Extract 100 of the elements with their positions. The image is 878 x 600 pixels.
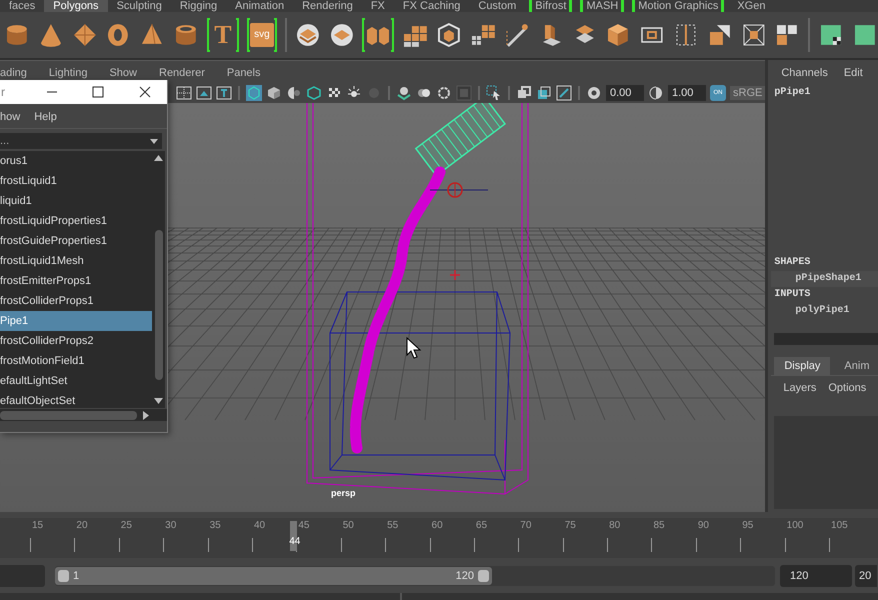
shelf-tab[interactable]: Sculpting: [108, 0, 171, 12]
menu-item[interactable]: Panels: [226, 67, 260, 79]
overlap-icon[interactable]: [516, 85, 532, 101]
layered-sphere-icon[interactable]: [396, 85, 412, 101]
aperture-icon[interactable]: [586, 85, 602, 101]
shelf-tab[interactable]: Custom: [469, 0, 526, 12]
section-heading: SHAPES: [773, 256, 812, 270]
frame-number: 105: [831, 520, 848, 531]
maximize-icon[interactable]: [92, 86, 104, 98]
frame-number: 35: [210, 520, 221, 531]
layers-icon[interactable]: [294, 22, 321, 48]
menu-item[interactable]: Show: [109, 67, 137, 79]
shelf-tab[interactable]: Motion Graphics: [632, 0, 724, 12]
image-plane-icon[interactable]: [196, 85, 212, 101]
pipe-icon[interactable]: [173, 22, 199, 48]
caret-icon: [150, 138, 158, 144]
menu-item[interactable]: Help: [34, 111, 57, 123]
range-handle[interactable]: [478, 570, 490, 582]
scroll-right-icon[interactable]: [143, 410, 149, 420]
shelf-tab[interactable]: Bifrost: [529, 0, 572, 12]
range-slider[interactable]: [55, 567, 492, 585]
exposure-field[interactable]: 0.00: [606, 85, 644, 101]
grid-squares-icon[interactable]: [470, 22, 496, 48]
text-tool-icon[interactable]: T: [210, 20, 236, 50]
text-icon[interactable]: [216, 85, 232, 101]
textured-cube-icon[interactable]: [306, 85, 322, 101]
range-handle[interactable]: [58, 570, 69, 582]
node-name[interactable]: polyPipe1: [771, 303, 878, 319]
range-track[interactable]: 1 120: [55, 566, 775, 586]
grid-icon[interactable]: [176, 85, 192, 101]
outliner-item[interactable]: frostMotionField1: [0, 351, 152, 371]
shelf-tab[interactable]: MASH: [580, 0, 624, 12]
shelf-tab[interactable]: Rigging: [170, 0, 226, 12]
outliner-item[interactable]: frostLiquid1: [0, 171, 152, 191]
outliner-item[interactable]: frostColliderProps2: [0, 331, 152, 351]
shelf-tab[interactable]: Animation: [226, 0, 294, 12]
frame-number: 80: [609, 520, 620, 531]
diamond-icon[interactable]: [72, 22, 98, 48]
outliner-item[interactable]: efaultObjectSet: [0, 391, 152, 411]
menu-item[interactable]: Renderer: [159, 67, 205, 79]
uv-icon[interactable]: [852, 22, 878, 48]
menu-item[interactable]: ading: [0, 67, 27, 79]
shelf-tab[interactable]: FX: [362, 0, 394, 12]
shelf-tab[interactable]: Rendering: [293, 0, 362, 12]
half-circle-icon[interactable]: [286, 85, 302, 101]
max-time-field[interactable]: 20: [855, 565, 877, 587]
menu-item[interactable]: Channels: [781, 67, 828, 83]
manipulator-icon: [430, 182, 488, 198]
select-icon[interactable]: [486, 85, 502, 101]
outliner-item[interactable]: frostEmitterProps1: [0, 271, 152, 291]
menu-item[interactable]: Edit: [844, 67, 863, 83]
scroll-down-icon[interactable]: [154, 398, 163, 404]
outliner-item[interactable]: frostColliderProps1: [0, 291, 152, 311]
outliner-item[interactable]: liquid1: [0, 191, 152, 211]
node-name[interactable]: pPipeShape1: [771, 271, 878, 287]
frame-number: 25: [120, 520, 132, 531]
outliner-item[interactable]: frostLiquid1Mesh: [0, 251, 152, 271]
cube-outline-icon[interactable]: [436, 22, 462, 48]
shaded-cube-icon[interactable]: [266, 85, 282, 101]
outliner-item[interactable]: frostGuideProperties1: [0, 231, 152, 251]
target-box-icon[interactable]: [740, 22, 766, 48]
shelf-tab[interactable]: faces: [0, 0, 44, 12]
shelf-tab[interactable]: XGen: [728, 0, 774, 12]
gamma-icon[interactable]: [648, 85, 664, 101]
filter-dropdown[interactable]: ...: [0, 133, 162, 149]
outliner-item[interactable]: frostLiquidProperties1: [0, 211, 152, 231]
outliner-item[interactable]: Pipe1: [0, 311, 152, 331]
frame-number: 45: [298, 520, 310, 531]
camera-label: persp: [331, 488, 356, 498]
frame-number: 30: [165, 520, 176, 531]
menu-item[interactable]: Lighting: [48, 67, 88, 79]
pen-icon[interactable]: [504, 22, 530, 48]
cylinder-icon[interactable]: [4, 22, 30, 48]
ring-icon[interactable]: [436, 85, 452, 101]
cursor-icon: [406, 336, 422, 359]
pivot-icon: [449, 269, 461, 281]
scroll-up-icon[interactable]: [154, 155, 163, 161]
frame-number: 100: [786, 520, 804, 531]
panel-tab[interactable]: Display: [774, 357, 830, 375]
frame-number: 55: [387, 520, 398, 531]
close-icon[interactable]: [139, 86, 151, 98]
range-start: 1: [73, 570, 80, 582]
shelf-tab[interactable]: FX Caching: [394, 0, 470, 12]
window-title: r: [0, 85, 6, 99]
frame-number: 95: [742, 520, 754, 531]
outliner-item[interactable]: orus1: [0, 151, 152, 171]
scrollbar-thumb[interactable]: [155, 230, 163, 380]
menu-item[interactable]: how: [0, 111, 20, 123]
section-heading: INPUTS: [773, 288, 812, 302]
frame-number: 40: [254, 520, 266, 531]
shelf-tab[interactable]: Polygons: [44, 0, 108, 12]
scrollbar-thumb[interactable]: [0, 410, 137, 420]
menu-item[interactable]: Layers: [783, 382, 816, 410]
current-frame: 44: [289, 536, 300, 547]
end-time-field[interactable]: 120: [780, 565, 852, 587]
menu-item[interactable]: Options: [828, 382, 866, 410]
frame-number: 50: [342, 520, 354, 531]
frame-number: 20: [76, 520, 88, 531]
outliner-item[interactable]: efaultLightSet: [0, 371, 152, 391]
gamma-field[interactable]: 1.00: [668, 85, 706, 101]
